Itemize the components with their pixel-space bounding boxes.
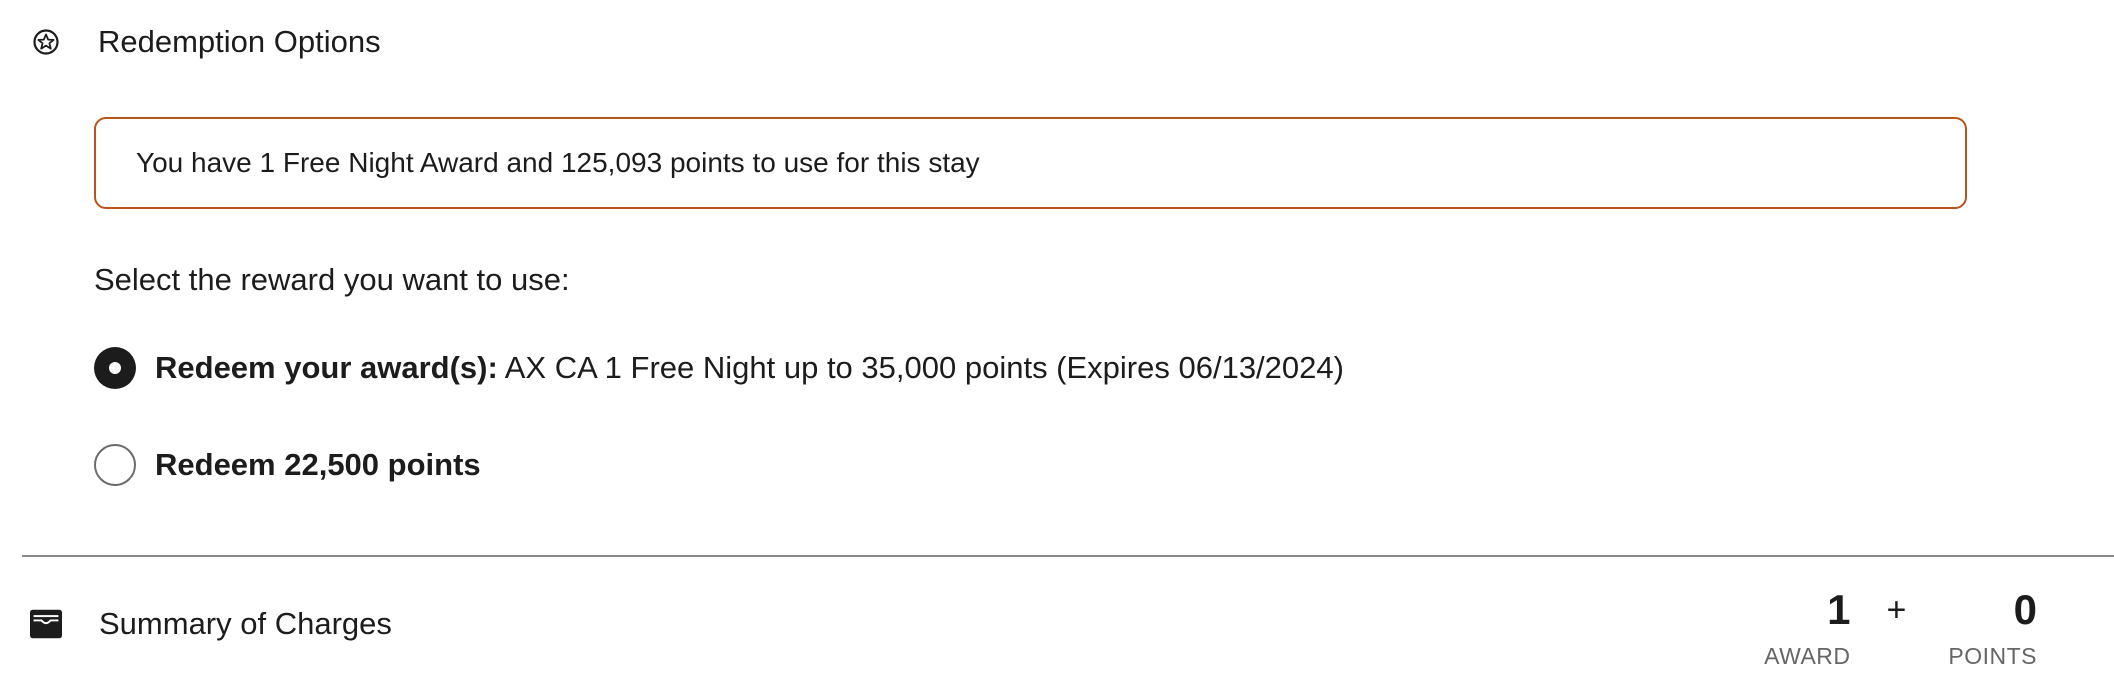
redemption-options-title: Redemption Options	[98, 24, 381, 59]
reward-select-prompt: Select the reward you want to use:	[94, 262, 570, 297]
points-balance-notice: You have 1 Free Night Award and 125,093 …	[94, 117, 1967, 209]
award-label: AWARD	[1764, 643, 1851, 669]
plus-sign: +	[1886, 591, 1907, 629]
section-divider	[22, 555, 2114, 557]
award-total: 1 AWARD	[1764, 585, 1850, 670]
redeem-award-bold-label: Redeem your award(s):	[155, 350, 498, 385]
star-circle-icon	[30, 26, 62, 58]
points-balance-text: You have 1 Free Night Award and 125,093 …	[136, 147, 980, 178]
redeem-points-label: Redeem 22,500 points	[155, 447, 481, 482]
redeem-award-label: Redeem your award(s): AX CA 1 Free Night…	[155, 350, 1344, 386]
redeem-points-option[interactable]: Redeem 22,500 points	[94, 444, 481, 486]
summary-of-charges-header: Summary of Charges	[30, 600, 392, 648]
redeem-award-detail: AX CA 1 Free Night up to 35,000 points (…	[497, 350, 1344, 385]
charges-totals: 1 AWARD + 0 POINTS	[1764, 585, 2037, 670]
redeem-points-radio[interactable]	[94, 444, 136, 486]
wallet-icon	[30, 608, 62, 640]
redeem-award-option[interactable]: Redeem your award(s): AX CA 1 Free Night…	[94, 347, 1344, 389]
summary-of-charges-title: Summary of Charges	[99, 606, 392, 641]
points-total: 0 POINTS	[1948, 585, 2037, 670]
redeem-award-radio[interactable]	[94, 347, 136, 389]
points-count: 0	[2013, 586, 2037, 633]
award-count: 1	[1827, 586, 1851, 633]
points-label: POINTS	[1948, 643, 2037, 669]
redemption-options-header: Redemption Options	[30, 18, 381, 66]
